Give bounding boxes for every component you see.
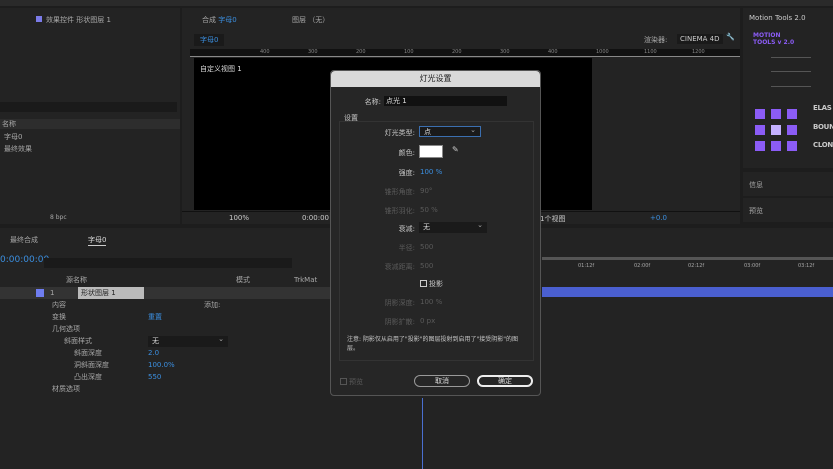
shadow-darkness-value: 100 % <box>420 298 443 306</box>
layer-tab[interactable]: 图层 （无） <box>292 15 329 25</box>
layer-number: 1 <box>50 289 55 297</box>
falloff-distance-label: 衰减距离: <box>384 263 415 271</box>
light-settings-dialog: 灯光设置 名称: 点光 1 设置 灯光类型: 点 颜色: ✎ 强度: 100 %… <box>330 70 541 396</box>
name-input[interactable]: 点光 1 <box>384 96 507 106</box>
tab-final-comp[interactable]: 最终合成 <box>10 235 38 245</box>
exposure-value[interactable]: +0.0 <box>650 214 667 222</box>
comp-tab[interactable]: 合成 字母0 <box>202 15 237 25</box>
timecode[interactable]: 0:00:00:00 <box>0 255 49 265</box>
time-ruler[interactable]: 01:12f 02:00f 02:12f 03:00f 03:12f <box>542 257 833 273</box>
comp-name: 字母0 <box>218 16 237 24</box>
elastic-button[interactable]: ELAS <box>813 104 832 112</box>
slider[interactable] <box>771 71 811 72</box>
preview-checkbox[interactable]: 预览 <box>340 377 363 387</box>
color-label: 颜色: <box>398 149 415 157</box>
top-toolbar <box>0 0 833 6</box>
preview-panel[interactable]: 预览 <box>743 198 833 222</box>
motion-tools-logo: MOTION TOOLS v 2.0 <box>753 32 795 46</box>
comp-subtab[interactable]: 字母0 <box>194 34 225 46</box>
light-type-label: 灯光类型: <box>384 129 415 137</box>
cast-shadows-checkbox[interactable]: 投影 <box>420 279 443 289</box>
playhead[interactable] <box>422 398 423 469</box>
layer-duration-bar[interactable] <box>542 287 833 297</box>
tab-label: 合成 <box>202 16 216 24</box>
slider[interactable] <box>771 57 811 58</box>
bounce-button[interactable]: BOUN <box>813 123 833 131</box>
effect-controls-tab[interactable]: 效果控件 形状图层 1 <box>36 15 111 25</box>
layer-name[interactable]: 形状图层 1 <box>78 287 144 299</box>
dialog-title: 灯光设置 <box>331 71 540 87</box>
name-column-header: 名称 <box>0 119 180 129</box>
checkbox-label: 预览 <box>349 378 363 386</box>
cone-feather-label: 锥形羽化: <box>384 207 415 215</box>
timecode[interactable]: 0:00:00 <box>302 214 329 222</box>
name-label: 名称: <box>364 98 381 106</box>
renderer-value[interactable]: CINEMA 4D <box>677 34 723 44</box>
project-panel: 效果控件 形状图层 1 名称 字母0 最终效果 8 bpc <box>0 8 180 224</box>
ruler-tick-label: 300 <box>500 49 510 55</box>
wrench-icon[interactable]: 🔧 <box>726 33 735 41</box>
ruler-tick-label: 200 <box>452 49 462 55</box>
shadow-diffusion-value: 0 px <box>420 317 436 325</box>
bpc-label[interactable]: 8 bpc <box>50 214 67 221</box>
ruler-tick-label: 100 <box>404 49 414 55</box>
search-bar[interactable] <box>0 102 177 112</box>
ok-button[interactable]: 确定 <box>477 375 533 387</box>
renderer-label: 渲染器: <box>644 36 668 44</box>
shadow-diffusion-label: 阴影扩散: <box>384 318 415 326</box>
intensity-value[interactable]: 100 % <box>420 168 442 176</box>
falloff-label: 衰减: <box>398 225 415 233</box>
zoom-select[interactable]: 100% <box>229 214 249 222</box>
trkmat-header: TrkMat <box>294 276 318 284</box>
tab-label: 效果控件 形状图层 1 <box>46 16 111 24</box>
cone-angle-value: 90° <box>420 187 433 195</box>
mode-header: 模式 <box>236 276 250 284</box>
views-select[interactable]: 1个视图 <box>540 214 565 224</box>
ruler-tick-label: 300 <box>308 49 318 55</box>
label-color[interactable] <box>36 289 44 297</box>
panel-title: Motion Tools 2.0 <box>749 14 806 22</box>
ruler-tick-label: 1200 <box>692 49 705 55</box>
ruler-tick-label: 200 <box>356 49 366 55</box>
falloff-select[interactable]: 无 <box>419 220 487 233</box>
tab-comp[interactable]: 字母0 <box>88 235 107 246</box>
cancel-button[interactable]: 取消 <box>414 375 470 387</box>
shadow-darkness-label: 阴影深度: <box>384 299 415 307</box>
clone-button[interactable]: CLON <box>813 141 833 149</box>
slider[interactable] <box>771 86 811 87</box>
source-name-header: 源名称 <box>66 276 87 284</box>
list-item[interactable]: 字母0 <box>4 132 22 142</box>
ruler-tick-label: 400 <box>260 49 270 55</box>
ruler-tick-label: 1100 <box>644 49 657 55</box>
info-panel[interactable]: 信息 <box>743 172 833 196</box>
list-item[interactable]: 最终效果 <box>4 144 32 154</box>
radius-label: 半径: <box>398 244 415 252</box>
view-label: 自定义视图 1 <box>200 65 242 73</box>
ruler-tick-label: 1000 <box>596 49 609 55</box>
horizontal-ruler: 400 300 200 100 200 300 400 1000 1100 1200 <box>190 49 740 57</box>
intensity-label: 强度: <box>398 169 415 177</box>
eyedropper-icon[interactable]: ✎ <box>452 145 459 154</box>
note-text: 注意: 阴影仅从启用了"投影"的图层投射到启用了"接受阴影"的图层。 <box>347 336 518 352</box>
cone-angle-label: 锥形角度: <box>384 188 415 196</box>
cone-feather-value: 50 % <box>420 206 438 214</box>
motion-tools-panel: Motion Tools 2.0 MOTION TOOLS v 2.0 ELAS… <box>743 8 833 168</box>
radius-value: 500 <box>420 243 434 251</box>
light-type-select[interactable]: 点 <box>419 125 481 137</box>
ruler-tick-label: 400 <box>548 49 558 55</box>
falloff-distance-value: 500 <box>420 262 434 270</box>
search-input[interactable] <box>44 258 292 268</box>
color-swatch[interactable] <box>419 145 443 158</box>
checkbox-label: 投影 <box>429 280 443 288</box>
